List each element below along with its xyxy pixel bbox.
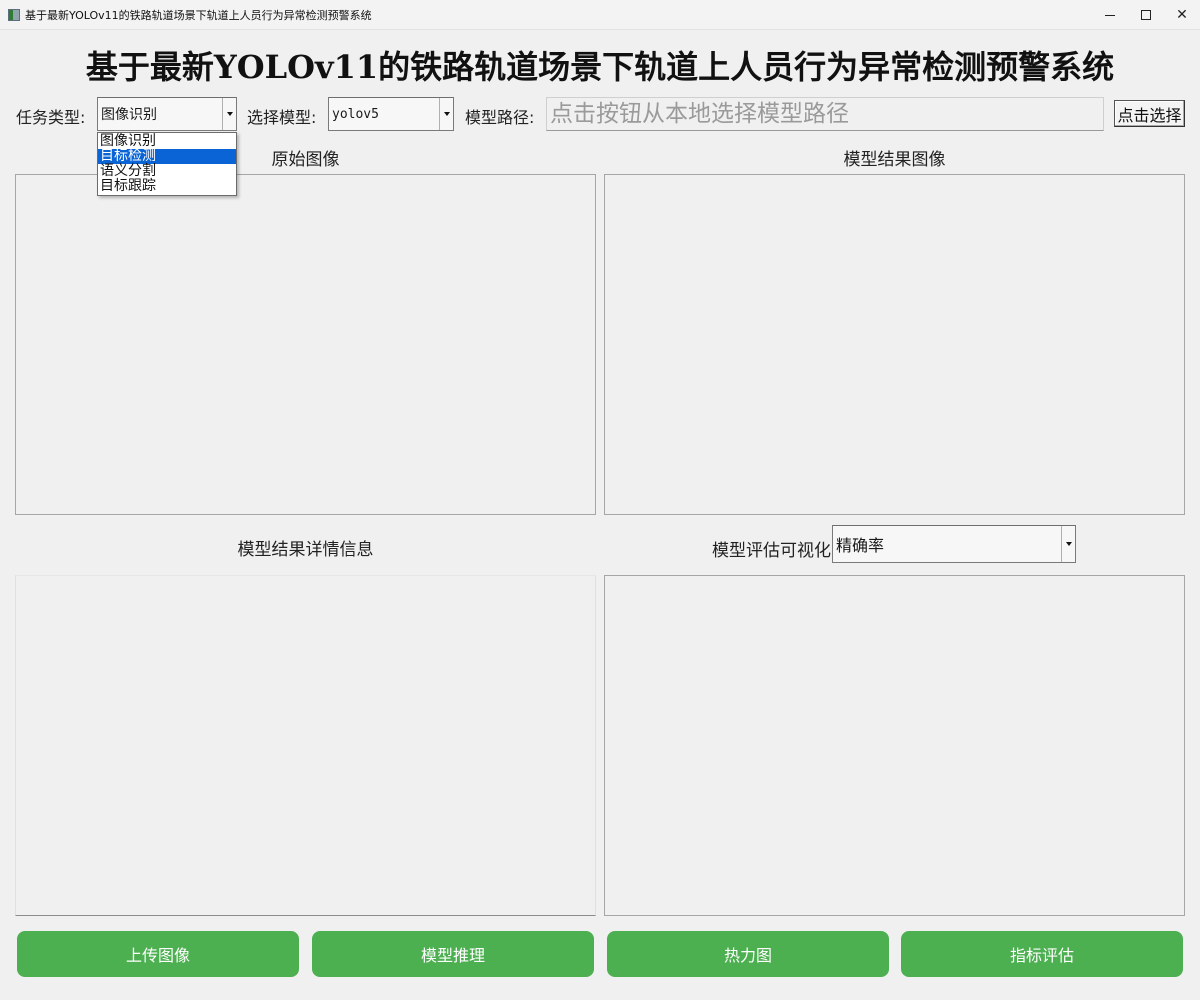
eval-metric-dropdown-arrow[interactable] [1061,526,1075,562]
result-image-panel [604,174,1185,515]
model-path-input[interactable] [546,97,1104,131]
task-option-object-detection[interactable]: 目标检测 [98,149,236,164]
choose-model-button[interactable]: 点击选择 [1114,100,1185,127]
model-path-label: 模型路径: [465,108,535,127]
model-select[interactable]: yolov5 [328,97,454,131]
task-option-semantic-segmentation[interactable]: 语义分割 [98,164,236,179]
task-type-dropdown-arrow[interactable] [222,98,236,130]
task-type-label: 任务类型: [16,108,86,127]
task-type-dropdown-list: 图像识别 目标检测 语义分割 目标跟踪 [97,132,237,196]
model-eval-chart-panel [604,575,1185,916]
maximize-icon [1141,10,1151,20]
model-select-label: 选择模型: [247,108,317,127]
eval-metric-value: 精确率 [836,536,885,555]
result-details-textarea[interactable] [15,575,596,916]
upload-image-button[interactable]: 上传图像 [17,931,299,977]
minimize-button[interactable] [1092,0,1128,30]
close-icon: ✕ [1176,7,1188,23]
evaluate-metrics-button[interactable]: 指标评估 [901,931,1183,977]
window-title: 基于最新YOLOv11的铁路轨道场景下轨道上人员行为异常检测预警系统 [25,8,372,22]
close-button[interactable]: ✕ [1164,0,1200,30]
chevron-down-icon [443,112,450,116]
minimize-icon [1105,14,1115,16]
chevron-down-icon [1065,542,1072,546]
eval-metric-select[interactable]: 精确率 [832,525,1076,563]
original-image-panel [15,174,596,515]
result-image-title: 模型结果图像 [843,150,946,170]
window-titlebar: 基于最新YOLOv11的铁路轨道场景下轨道上人员行为异常检测预警系统 ✕ [0,0,1200,30]
page-title: 基于最新YOLOv11的铁路轨道场景下轨道上人员行为异常检测预警系统 [85,48,1115,86]
task-type-select[interactable]: 图像识别 [97,97,237,131]
model-inference-button[interactable]: 模型推理 [312,931,594,977]
task-option-image-recognition[interactable]: 图像识别 [98,134,236,149]
window-controls: ✕ [1092,0,1200,30]
task-option-object-tracking[interactable]: 目标跟踪 [98,179,236,194]
chevron-down-icon [226,112,233,116]
model-select-value: yolov5 [332,106,379,122]
model-select-dropdown-arrow[interactable] [439,98,453,130]
result-details-title: 模型结果详情信息 [237,540,374,560]
model-eval-title: 模型评估可视化 [712,541,831,561]
maximize-button[interactable] [1128,0,1164,30]
task-type-value: 图像识别 [101,107,157,123]
app-icon [8,8,20,21]
heatmap-button[interactable]: 热力图 [607,931,889,977]
